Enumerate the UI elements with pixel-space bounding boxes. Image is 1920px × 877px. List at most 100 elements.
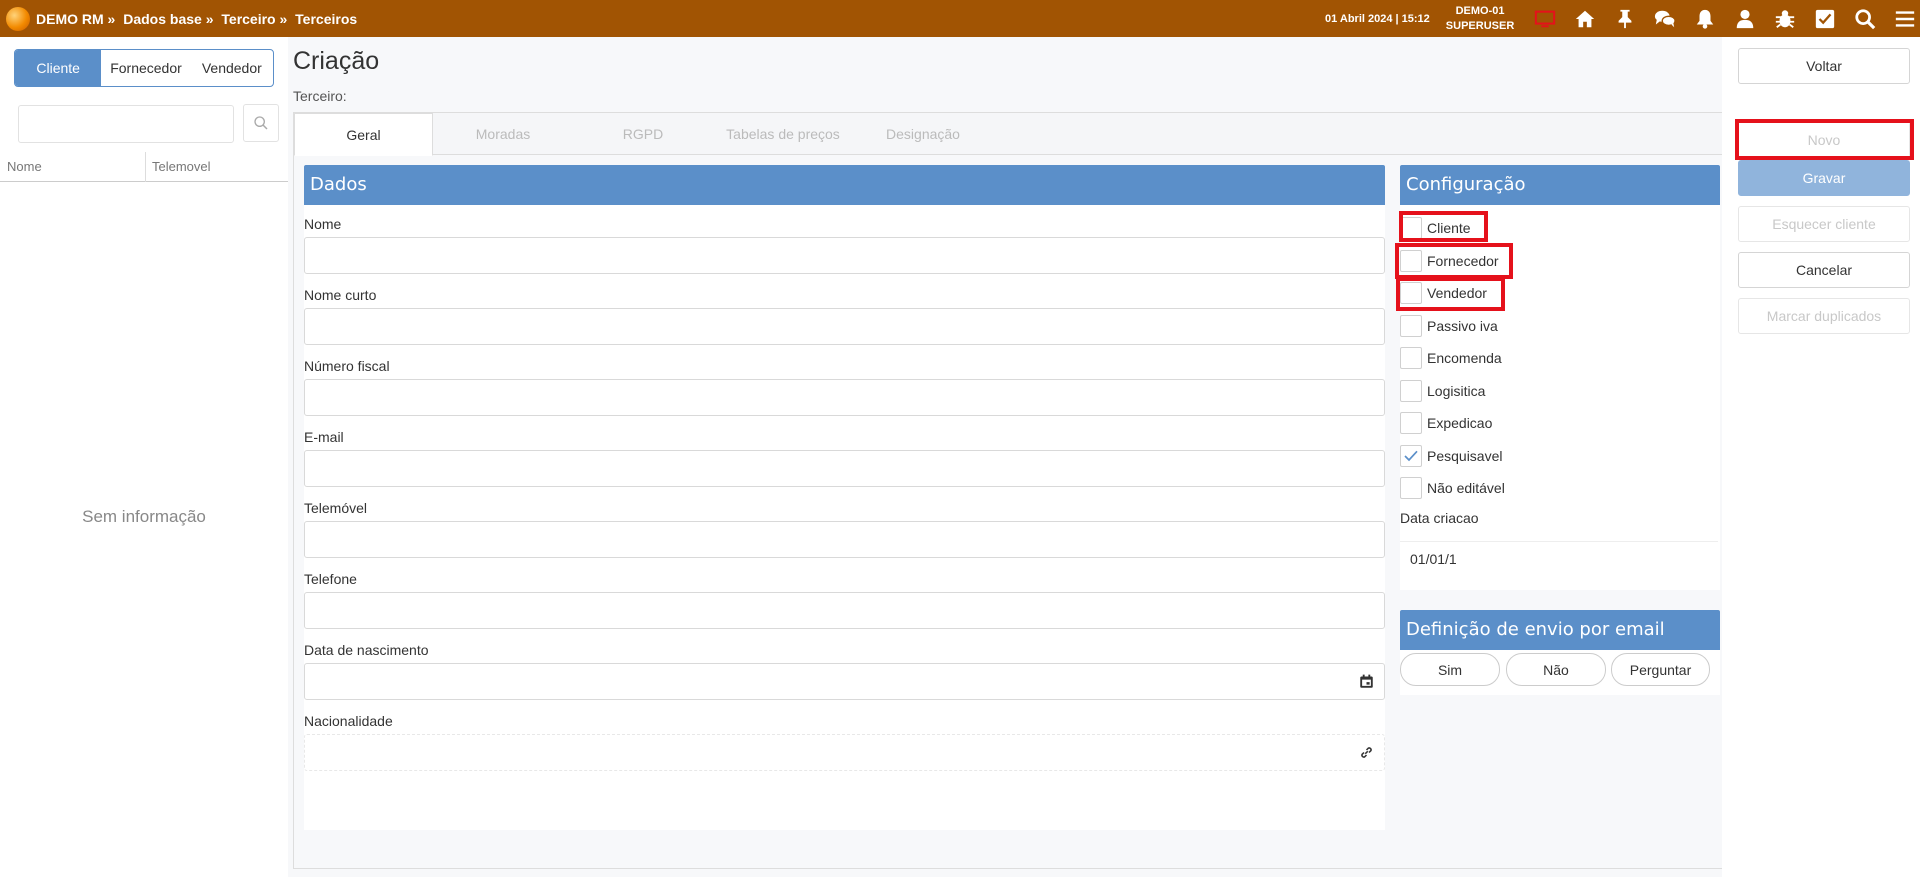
app-logo[interactable] xyxy=(6,6,30,31)
configuracao-card: Configuração Cliente Fornecedor Vendedor… xyxy=(1395,165,1720,590)
page-subtitle: Terceiro: xyxy=(293,88,347,104)
expedicao-checkbox-row[interactable]: Expedicao xyxy=(1400,411,1492,435)
pesquisavel-checkbox-row[interactable]: Pesquisavel xyxy=(1400,444,1503,468)
expedicao-checkbox[interactable] xyxy=(1400,412,1422,434)
field-label-telefone: Telefone xyxy=(304,571,357,587)
user-box: DEMO-01 SUPERUSER xyxy=(1446,4,1514,34)
main-content: Criação Terceiro: Geral Moradas RGPD Tab… xyxy=(288,37,1723,877)
dados-card: Dados Nome Nome curto Número fiscal E-ma… xyxy=(304,165,1385,830)
dados-header: Dados xyxy=(304,165,1385,205)
passivo-iva-checkbox-label: Passivo iva xyxy=(1427,318,1498,334)
cancelar-button[interactable]: Cancelar xyxy=(1738,252,1910,288)
list-header: Nome Telemovel xyxy=(0,152,288,182)
bell-icon[interactable] xyxy=(1685,0,1725,37)
empty-state: Sem informação xyxy=(82,507,206,526)
data-nascimento-input[interactable] xyxy=(304,663,1385,700)
telefone-input[interactable] xyxy=(304,592,1385,629)
page-title: Criação xyxy=(293,47,380,75)
user-icon[interactable] xyxy=(1725,0,1765,37)
highlight-fornecedor xyxy=(1395,243,1513,279)
highlight-novo xyxy=(1735,119,1914,160)
nao-editavel-checkbox-label: Não editável xyxy=(1427,480,1505,496)
tab-rgpd[interactable]: RGPD xyxy=(573,113,713,155)
search-icon xyxy=(254,116,268,130)
breadcrumb-terceiros[interactable]: Terceiros xyxy=(295,11,357,27)
breadcrumb: DEMO RM » Dados base » Terceiro » Tercei… xyxy=(36,11,361,27)
checkmark-icon xyxy=(1404,450,1418,462)
tab-tabelas-precos[interactable]: Tabelas de preços xyxy=(713,113,853,155)
breadcrumb-demo-rm[interactable]: DEMO RM » xyxy=(36,11,115,27)
nome-input[interactable] xyxy=(304,237,1385,274)
passivo-iva-checkbox-row[interactable]: Passivo iva xyxy=(1400,314,1498,338)
field-label-email: E-mail xyxy=(304,429,344,445)
logisitica-checkbox-label: Logisitica xyxy=(1427,383,1486,399)
tab-designacao[interactable]: Designação xyxy=(853,113,993,155)
marcar-duplicados-button[interactable]: Marcar duplicados xyxy=(1738,298,1910,334)
segment-vendedor[interactable]: Vendedor xyxy=(191,50,273,86)
telemovel-input[interactable] xyxy=(304,521,1385,558)
tab-moradas[interactable]: Moradas xyxy=(433,113,573,155)
email-input[interactable] xyxy=(304,450,1385,487)
form-container: Geral Moradas RGPD Tabelas de preços Des… xyxy=(293,112,1723,869)
session-info: 01 Abril 2024 | 15:12 DEMO-01 SUPERUSER xyxy=(1325,0,1514,37)
link-icon[interactable] xyxy=(1359,745,1374,760)
search-input[interactable] xyxy=(18,105,234,143)
voltar-button[interactable]: Voltar xyxy=(1738,48,1910,84)
actions-panel: Voltar Novo Gravar Esquecer cliente Canc… xyxy=(1722,37,1920,877)
segment-cliente[interactable]: Cliente xyxy=(15,50,102,86)
gravar-button[interactable]: Gravar xyxy=(1738,160,1910,196)
esquecer-cliente-button[interactable]: Esquecer cliente xyxy=(1738,206,1910,242)
breadcrumb-terceiro[interactable]: Terceiro » xyxy=(221,11,287,27)
menu-icon[interactable] xyxy=(1885,0,1920,37)
field-label-numero-fiscal: Número fiscal xyxy=(304,358,390,374)
nacionalidade-lookup[interactable] xyxy=(304,734,1385,771)
nao-editavel-checkbox-row[interactable]: Não editável xyxy=(1400,476,1505,500)
segment-fornecedor[interactable]: Fornecedor xyxy=(101,50,190,86)
column-nome[interactable]: Nome xyxy=(7,159,42,174)
highlight-cliente xyxy=(1399,211,1488,242)
toolbar-icons xyxy=(1525,0,1920,37)
email-def-card: Definição de envio por email Sim Não Per… xyxy=(1400,610,1720,695)
highlight-vendedor xyxy=(1396,277,1505,311)
nao-editavel-checkbox[interactable] xyxy=(1400,477,1422,499)
type-segment: Cliente Fornecedor Vendedor xyxy=(14,49,274,87)
numero-fiscal-input[interactable] xyxy=(304,379,1385,416)
encomenda-checkbox-label: Encomenda xyxy=(1427,350,1502,366)
search-icon[interactable] xyxy=(1845,0,1885,37)
logisitica-checkbox-row[interactable]: Logisitica xyxy=(1400,379,1485,403)
datetime: 01 Abril 2024 | 15:12 xyxy=(1325,12,1430,25)
bug-icon[interactable] xyxy=(1765,0,1805,37)
field-label-nacionalidade: Nacionalidade xyxy=(304,713,393,729)
top-bar: DEMO RM » Dados base » Terceiro » Tercei… xyxy=(0,0,1920,37)
encomenda-checkbox-row[interactable]: Encomenda xyxy=(1400,346,1502,370)
logisitica-checkbox[interactable] xyxy=(1400,380,1422,402)
email-nao-button[interactable]: Não xyxy=(1506,653,1606,686)
field-label-nome-curto: Nome curto xyxy=(304,287,377,303)
tab-geral[interactable]: Geral xyxy=(294,113,433,156)
pesquisavel-checkbox-label: Pesquisavel xyxy=(1427,448,1503,464)
breadcrumb-dados-base[interactable]: Dados base » xyxy=(123,11,213,27)
checkbox-icon[interactable] xyxy=(1805,0,1845,37)
field-label-telemovel: Telemóvel xyxy=(304,500,368,516)
home-icon[interactable] xyxy=(1565,0,1605,37)
monitor-icon[interactable] xyxy=(1525,0,1565,37)
calendar-icon[interactable] xyxy=(1359,674,1374,689)
search-button[interactable] xyxy=(243,104,279,142)
chat-icon[interactable] xyxy=(1645,0,1685,37)
column-telemovel[interactable]: Telemovel xyxy=(145,152,211,182)
pesquisavel-checkbox[interactable] xyxy=(1400,445,1422,467)
nome-curto-input[interactable] xyxy=(304,308,1385,345)
email-def-header: Definição de envio por email xyxy=(1400,610,1720,650)
pin-icon[interactable] xyxy=(1605,0,1645,37)
field-label-nome: Nome xyxy=(304,216,342,232)
left-panel: Cliente Fornecedor Vendedor Nome Telemov… xyxy=(0,37,288,877)
email-perguntar-button[interactable]: Perguntar xyxy=(1611,653,1710,686)
passivo-iva-checkbox[interactable] xyxy=(1400,315,1422,337)
company-name: DEMO-01 xyxy=(1455,4,1505,17)
user-name: SUPERUSER xyxy=(1445,19,1515,32)
encomenda-checkbox[interactable] xyxy=(1400,347,1422,369)
configuracao-header: Configuração xyxy=(1400,165,1720,205)
email-sim-button[interactable]: Sim xyxy=(1400,653,1500,686)
tab-bar: Geral Moradas RGPD Tabelas de preços Des… xyxy=(294,113,1722,156)
data-criacao-value[interactable]: 01/01/1 xyxy=(1400,541,1718,577)
